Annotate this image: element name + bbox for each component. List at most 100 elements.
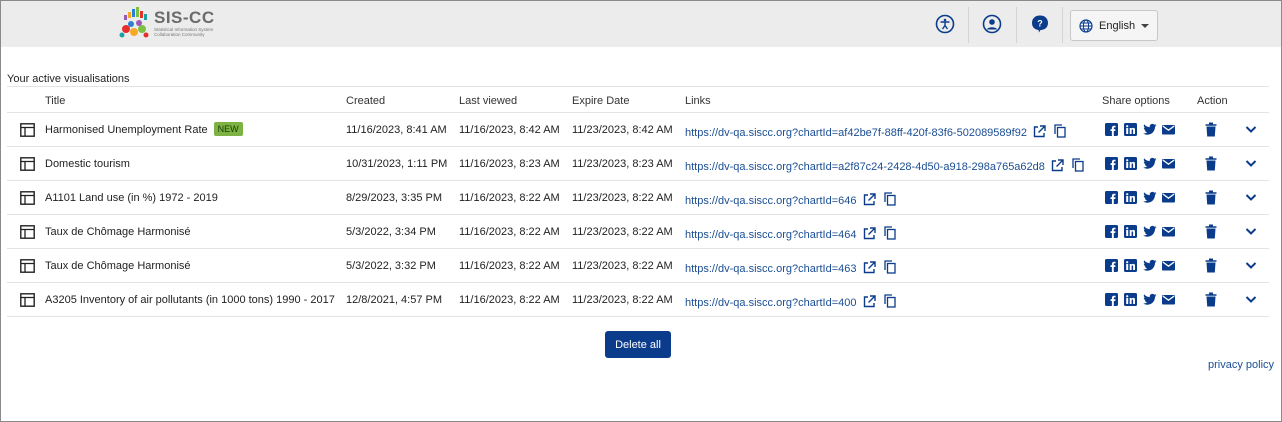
email-icon[interactable] <box>1162 259 1175 272</box>
chevron-down-icon[interactable] <box>1245 294 1257 307</box>
linkedin-icon[interactable] <box>1124 123 1137 136</box>
copy-icon[interactable] <box>1072 158 1084 175</box>
share-link[interactable]: https://dv-qa.siscc.org?chartId=400 <box>685 297 857 309</box>
row-title[interactable]: Harmonised Unemployment Rate NEW <box>45 122 243 136</box>
help-icon[interactable]: ? <box>1030 14 1050 34</box>
share-link[interactable]: https://dv-qa.siscc.org?chartId=af42be7f… <box>685 127 1027 139</box>
share-link[interactable]: https://dv-qa.siscc.org?chartId=646 <box>685 195 857 207</box>
twitter-icon[interactable] <box>1143 123 1157 136</box>
row-expire-date: 11/23/2023, 8:22 AM <box>572 294 673 306</box>
chevron-down-icon[interactable] <box>1245 124 1257 137</box>
row-title-text: Domestic tourism <box>45 158 130 170</box>
column-header-action: Action <box>1197 95 1228 107</box>
share-link[interactable]: https://dv-qa.siscc.org?chartId=464 <box>685 229 857 241</box>
row-title-text: Taux de Chômage Harmonisé <box>45 260 191 272</box>
linkedin-icon[interactable] <box>1124 191 1137 204</box>
facebook-icon[interactable] <box>1105 123 1118 136</box>
row-title[interactable]: A3205 Inventory of air pollutants (in 10… <box>45 294 335 306</box>
email-icon[interactable] <box>1162 157 1175 170</box>
row-title[interactable]: A1101 Land use (in %) 1972 - 2019 <box>45 192 218 204</box>
delete-icon[interactable] <box>1205 190 1217 208</box>
facebook-icon[interactable] <box>1105 225 1118 238</box>
row-link: https://dv-qa.siscc.org?chartId=400 <box>685 294 896 311</box>
row-last-viewed: 11/16/2023, 8:22 AM <box>459 226 560 238</box>
twitter-icon[interactable] <box>1143 191 1157 204</box>
chevron-down-icon[interactable] <box>1245 260 1257 273</box>
section-title: Your active visualisations <box>7 73 130 85</box>
delete-icon[interactable] <box>1205 156 1217 174</box>
table-view-icon <box>20 123 35 137</box>
row-created: 8/29/2023, 3:35 PM <box>346 192 443 204</box>
delete-icon[interactable] <box>1205 258 1217 276</box>
chevron-down-icon[interactable] <box>1245 226 1257 239</box>
share-link[interactable]: https://dv-qa.siscc.org?chartId=463 <box>685 263 857 275</box>
share-options <box>1105 191 1175 204</box>
delete-all-button[interactable]: Delete all <box>605 331 671 358</box>
copy-icon[interactable] <box>883 260 896 277</box>
facebook-icon[interactable] <box>1105 191 1118 204</box>
email-icon[interactable] <box>1162 293 1175 306</box>
top-header: SIS-CC Statistical Information System Co… <box>1 1 1281 47</box>
open-external-icon[interactable] <box>863 260 876 277</box>
column-header-created: Created <box>346 95 386 107</box>
facebook-icon[interactable] <box>1105 157 1118 170</box>
email-icon[interactable] <box>1162 225 1175 238</box>
copy-icon[interactable] <box>883 294 896 311</box>
twitter-icon[interactable] <box>1143 157 1157 170</box>
delete-icon[interactable] <box>1205 224 1217 242</box>
row-link: https://dv-qa.siscc.org?chartId=a2f87c24… <box>685 158 1084 175</box>
column-header-links: Links <box>685 95 711 107</box>
table-view-icon <box>20 157 35 171</box>
email-icon[interactable] <box>1162 191 1175 204</box>
chevron-down-icon[interactable] <box>1245 192 1257 205</box>
brand-subtitle: Statistical Information System Collabora… <box>154 27 214 37</box>
privacy-policy-link[interactable]: privacy policy <box>1208 359 1274 371</box>
open-external-icon[interactable] <box>863 192 876 209</box>
linkedin-icon[interactable] <box>1124 157 1137 170</box>
copy-icon[interactable] <box>1054 124 1066 141</box>
share-options <box>1105 225 1175 238</box>
copy-icon[interactable] <box>883 226 896 243</box>
open-external-icon[interactable] <box>863 226 876 243</box>
linkedin-icon[interactable] <box>1124 225 1137 238</box>
linkedin-icon[interactable] <box>1124 293 1137 306</box>
column-header-title: Title <box>45 95 66 107</box>
linkedin-icon[interactable] <box>1124 259 1137 272</box>
row-title[interactable]: Taux de Chômage Harmonisé <box>45 226 191 238</box>
accessibility-icon[interactable] <box>935 14 955 34</box>
row-title-text: A3205 Inventory of air pollutants (in 10… <box>45 294 335 306</box>
logo-mark-icon <box>119 7 149 38</box>
language-selector[interactable]: English <box>1070 10 1158 41</box>
svg-text:?: ? <box>1037 19 1043 29</box>
row-title[interactable]: Taux de Chômage Harmonisé <box>45 260 191 272</box>
table-view-icon <box>20 191 35 205</box>
open-external-icon[interactable] <box>1033 124 1046 141</box>
row-title-text: Taux de Chômage Harmonisé <box>45 226 191 238</box>
delete-icon[interactable] <box>1205 292 1217 310</box>
language-label: English <box>1099 19 1136 32</box>
facebook-icon[interactable] <box>1105 259 1118 272</box>
email-icon[interactable] <box>1162 123 1175 136</box>
row-created: 12/8/2021, 4:57 PM <box>346 294 443 306</box>
open-external-icon[interactable] <box>863 294 876 311</box>
share-link[interactable]: https://dv-qa.siscc.org?chartId=a2f87c24… <box>685 161 1045 173</box>
share-options <box>1105 157 1175 170</box>
twitter-icon[interactable] <box>1143 259 1157 272</box>
copy-icon[interactable] <box>883 192 896 209</box>
visualisations-table: Title Created Last viewed Expire Date Li… <box>7 86 1269 317</box>
twitter-icon[interactable] <box>1143 225 1157 238</box>
sis-cc-logo[interactable]: SIS-CC Statistical Information System Co… <box>118 7 218 41</box>
user-account-icon[interactable] <box>982 14 1002 34</box>
row-expire-date: 11/23/2023, 8:23 AM <box>572 158 673 170</box>
column-header-expire-date: Expire Date <box>572 95 630 107</box>
delete-icon[interactable] <box>1205 122 1217 140</box>
table-view-icon <box>20 293 35 307</box>
row-title[interactable]: Domestic tourism <box>45 158 130 170</box>
facebook-icon[interactable] <box>1105 293 1118 306</box>
table-body: Harmonised Unemployment Rate NEW 11/16/20… <box>7 113 1269 317</box>
twitter-icon[interactable] <box>1143 293 1157 306</box>
chevron-down-icon[interactable] <box>1245 158 1257 171</box>
row-last-viewed: 11/16/2023, 8:23 AM <box>459 158 560 170</box>
open-external-icon[interactable] <box>1051 158 1064 175</box>
table-view-icon <box>20 225 35 239</box>
